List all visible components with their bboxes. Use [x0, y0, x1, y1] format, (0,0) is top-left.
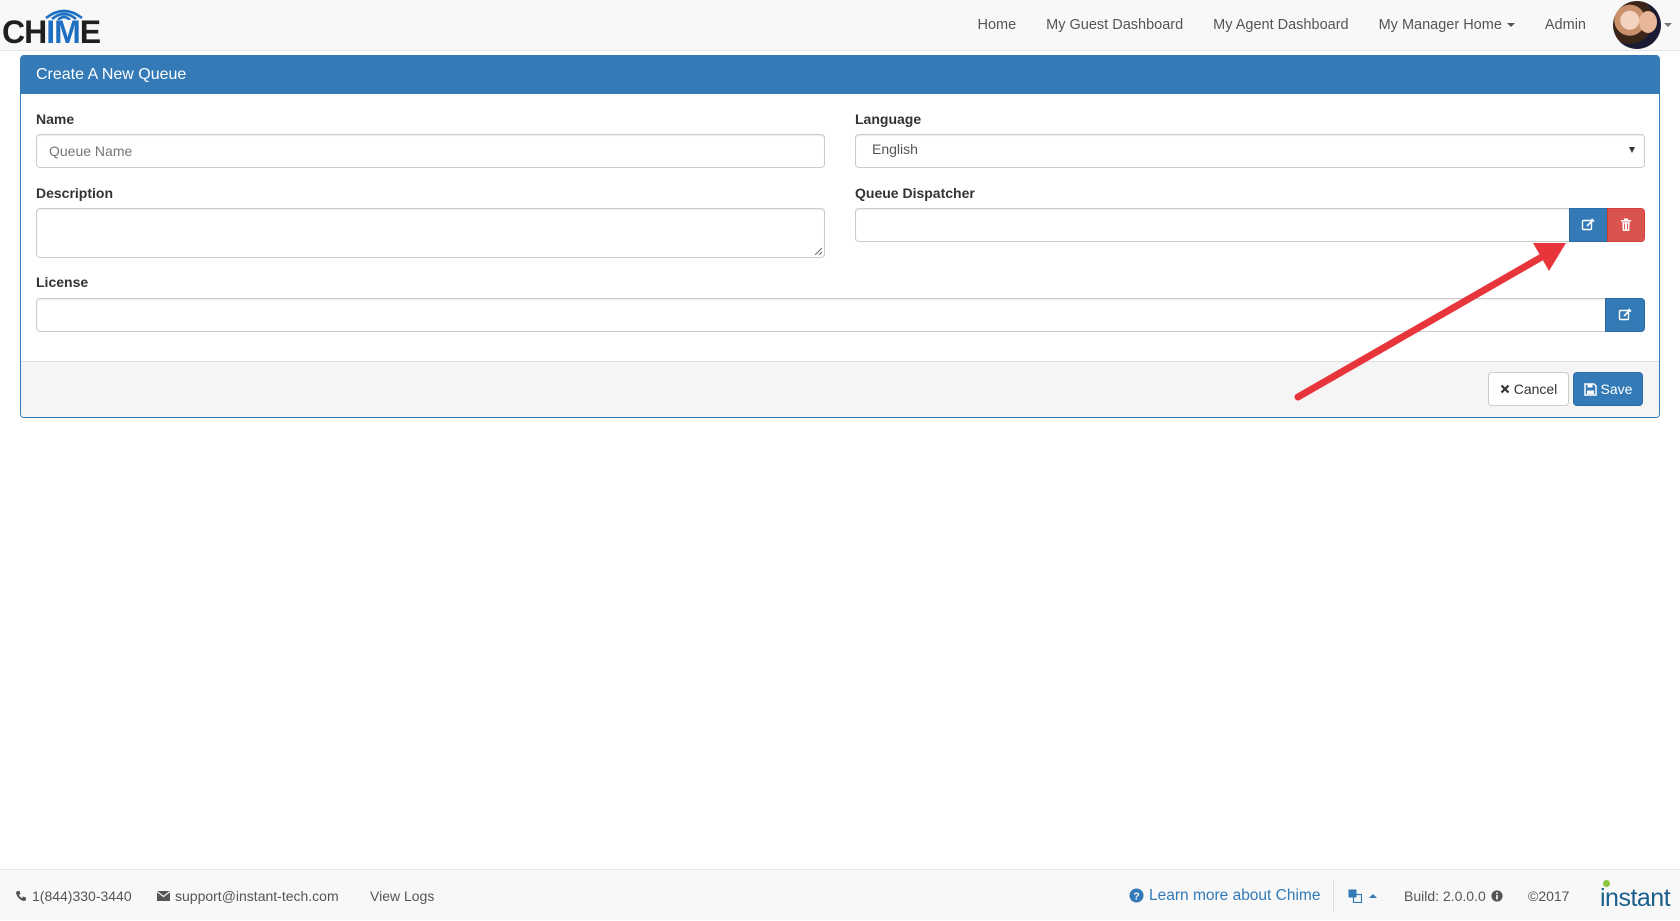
logo-wordmark: CHIME	[2, 14, 101, 50]
edit-icon	[1581, 218, 1595, 231]
resize-handle-icon[interactable]	[814, 247, 822, 255]
nav-guest-dashboard[interactable]: My Guest Dashboard	[1031, 17, 1198, 33]
license-input[interactable]	[36, 298, 1606, 332]
panel-title: Create A New Queue	[21, 56, 1659, 94]
dispatcher-input[interactable]	[855, 208, 1570, 242]
language-label: Language	[855, 111, 922, 127]
language-toggle[interactable]	[1348, 870, 1377, 921]
top-navbar: CHIME Home My Guest Dashboard My Agent D…	[0, 0, 1680, 51]
avatar	[1613, 1, 1661, 49]
chevron-down-icon	[1664, 23, 1672, 27]
phone-icon	[16, 890, 26, 901]
question-circle-icon: ?	[1129, 888, 1144, 903]
cancel-label: Cancel	[1513, 381, 1558, 397]
close-icon	[1500, 384, 1509, 394]
nav-manager-home-label: My Manager Home	[1378, 17, 1502, 33]
language-select[interactable]: English	[855, 134, 1645, 168]
cancel-button[interactable]: Cancel	[1488, 372, 1569, 406]
phone-link[interactable]: 1(844)330-3440	[15, 870, 132, 921]
dispatcher-label: Queue Dispatcher	[855, 185, 975, 201]
description-label: Description	[36, 185, 114, 201]
description-textarea[interactable]	[36, 208, 825, 258]
site-footer: 1(844)330-3440 support@instant-tech.com …	[0, 869, 1680, 920]
view-logs-link[interactable]: View Logs	[370, 870, 434, 921]
chevron-down-icon	[1506, 23, 1515, 28]
email-link[interactable]: support@instant-tech.com	[157, 870, 339, 921]
user-menu[interactable]	[1601, 1, 1680, 49]
footer-divider	[1333, 880, 1334, 912]
queue-form: Name Language English Description Queue …	[21, 94, 1659, 363]
learn-more-label: Learn more about Chime	[1149, 886, 1321, 904]
license-label: License	[36, 274, 89, 290]
learn-more-link[interactable]: ? Learn more about Chime	[1129, 870, 1320, 921]
save-button[interactable]: Save	[1573, 372, 1643, 406]
panel-footer: Cancel Save	[21, 361, 1659, 417]
nav-manager-home[interactable]: My Manager Home	[1364, 17, 1530, 33]
envelope-icon	[157, 890, 170, 901]
copyright: ©2017	[1528, 887, 1570, 904]
nav-admin[interactable]: Admin	[1530, 17, 1601, 33]
nav-menu: Home My Guest Dashboard My Agent Dashboa…	[962, 0, 1680, 50]
chevron-up-icon	[1369, 893, 1377, 898]
edit-icon	[1618, 308, 1632, 321]
license-edit-button[interactable]	[1605, 298, 1645, 332]
svg-text:?: ?	[1133, 891, 1139, 902]
dropdown-arrow-icon	[1629, 147, 1635, 153]
info-circle-icon[interactable]	[1491, 889, 1503, 902]
floppy-disk-icon	[1583, 382, 1597, 396]
dispatcher-edit-button[interactable]	[1569, 208, 1607, 242]
build-version: Build: 2.0.0.0	[1404, 887, 1486, 904]
phone-number: 1(844)330-3440	[32, 887, 132, 904]
chime-logo[interactable]: CHIME	[2, 2, 102, 50]
language-selected-value: English	[872, 141, 918, 157]
translate-icon	[1348, 889, 1362, 903]
nav-home[interactable]: Home	[962, 17, 1031, 33]
support-email: support@instant-tech.com	[175, 887, 339, 904]
name-label: Name	[36, 111, 75, 127]
dispatcher-delete-button[interactable]	[1607, 208, 1645, 242]
instant-logo[interactable]: instant	[1600, 884, 1671, 913]
trash-icon	[1621, 218, 1631, 231]
create-queue-panel: Create A New Queue Name Language English…	[20, 55, 1660, 418]
nav-agent-dashboard[interactable]: My Agent Dashboard	[1198, 17, 1363, 33]
save-label: Save	[1600, 381, 1633, 397]
queue-name-input[interactable]	[36, 134, 825, 168]
build-info: Build: 2.0.0.0	[1404, 870, 1503, 921]
